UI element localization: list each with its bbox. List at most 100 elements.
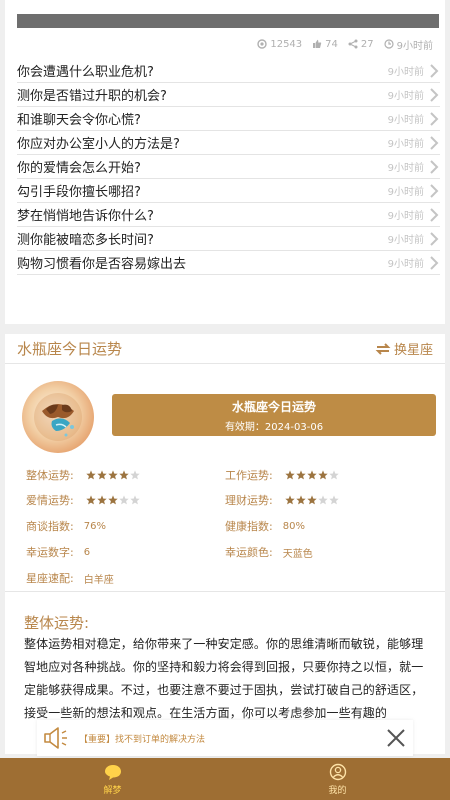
- star-rating: [86, 495, 140, 505]
- banner-validity: 有效期：2024-03-06: [224, 421, 324, 433]
- list-item[interactable]: 你会遭遇什么职业危机? 9小时前: [17, 59, 440, 83]
- overall-heading: 整体运势:: [24, 614, 90, 632]
- chevron-right-icon: [430, 183, 439, 198]
- views-stat: 12543: [257, 39, 302, 50]
- list-item-title: 你的爱情会怎么开始?: [17, 161, 141, 176]
- list-item-title: 购物习惯看你是否容易嫁出去: [17, 257, 187, 272]
- star-filled-icon: [86, 470, 96, 480]
- stat-negotiation: 商谈指数: 76%: [26, 518, 106, 534]
- chevron-right-icon: [430, 207, 439, 222]
- star-filled-icon: [307, 495, 317, 505]
- stat-work: 工作运势:: [225, 467, 339, 483]
- star-filled-icon: [318, 470, 328, 480]
- shares-count: 27: [360, 38, 374, 50]
- list-item[interactable]: 购物习惯看你是否容易嫁出去 9小时前: [17, 251, 440, 275]
- stat-label: 幸运数字:: [26, 546, 74, 559]
- tab-label: 解梦: [103, 785, 122, 796]
- stat-value: 76%: [83, 520, 106, 532]
- question-list: 你会遭遇什么职业危机? 9小时前 测你是否错过升职的机会? 9小时前 和谁聊天会…: [17, 59, 440, 275]
- tab-profile[interactable]: 我的: [225, 758, 450, 800]
- star-filled-icon: [108, 495, 118, 505]
- star-filled-icon: [108, 470, 118, 480]
- star-filled-icon: [307, 470, 317, 480]
- stat-value: 6: [83, 546, 91, 558]
- horoscope-card: 水瓶座今日运势 换星座 水瓶座今日运势 有效期：2024-03-06 整体运势:…: [5, 334, 445, 754]
- speaker-icon: [44, 727, 67, 749]
- star-rating: [285, 495, 339, 505]
- tab-dream[interactable]: 解梦: [0, 758, 225, 800]
- star-filled-icon: [97, 470, 107, 480]
- views-count: 12543: [270, 38, 303, 50]
- chevron-right-icon: [430, 63, 439, 78]
- star-empty-icon: [318, 495, 328, 505]
- stat-value: 80%: [282, 520, 305, 532]
- star-empty-icon: [119, 495, 129, 505]
- list-item-time: 9小时前: [387, 91, 424, 102]
- list-item-title: 测你能被暗恋多长时间?: [17, 233, 154, 248]
- star-filled-icon: [86, 495, 96, 505]
- likes-stat[interactable]: 74: [312, 39, 338, 50]
- star-empty-icon: [130, 470, 140, 480]
- list-item[interactable]: 你的爱情会怎么开始? 9小时前: [17, 155, 440, 179]
- star-filled-icon: [285, 495, 295, 505]
- list-item-title: 和谁聊天会令你心慌?: [17, 113, 141, 128]
- close-icon[interactable]: [385, 727, 407, 749]
- switch-sign-button[interactable]: 换星座: [375, 339, 433, 358]
- list-item-title: 你会遭遇什么职业危机?: [17, 65, 154, 80]
- stat-lucky-number: 幸运数字: 6: [26, 544, 90, 560]
- list-item-time: 9小时前: [387, 139, 424, 150]
- article-image[interactable]: [17, 14, 439, 28]
- swap-icon: [375, 342, 391, 355]
- stat-label: 健康指数:: [225, 520, 273, 533]
- star-rating: [285, 470, 339, 480]
- notice-text[interactable]: 【重要】找不到订单的解决方法: [79, 732, 385, 745]
- list-item[interactable]: 和谁聊天会令你心慌? 9小时前: [17, 107, 440, 131]
- profile-icon: [329, 763, 346, 780]
- clock-icon: [384, 39, 394, 49]
- list-item[interactable]: 测你是否错过升职的机会? 9小时前: [17, 83, 440, 107]
- list-item-time: 9小时前: [387, 187, 424, 198]
- star-empty-icon: [329, 495, 339, 505]
- tab-label: 我的: [328, 785, 347, 796]
- overall-description: 整体运势相对稳定，给你带来了一种安定感。你的思维清晰而敏锐，能够理智地应对各种挑…: [24, 637, 424, 720]
- list-item-time: 9小时前: [387, 235, 424, 246]
- chevron-right-icon: [430, 87, 439, 102]
- star-filled-icon: [97, 495, 107, 505]
- chevron-right-icon: [430, 159, 439, 174]
- chevron-right-icon: [430, 135, 439, 150]
- share-icon: [348, 39, 358, 49]
- list-item[interactable]: 测你能被暗恋多长时间? 9小时前: [17, 227, 440, 251]
- stat-label: 幸运颜色:: [225, 546, 273, 559]
- stat-value: 白羊座: [83, 574, 114, 586]
- list-item-title: 测你是否错过升职的机会?: [17, 89, 167, 104]
- stat-label: 商谈指数:: [26, 520, 74, 533]
- notice-bar[interactable]: 【重要】找不到订单的解决方法: [37, 720, 413, 756]
- stat-health: 健康指数: 80%: [225, 518, 305, 534]
- stat-label: 理财运势:: [225, 494, 273, 507]
- stat-value: 天蓝色: [282, 548, 313, 560]
- time-label: 9小时前: [396, 40, 433, 52]
- daily-fortune-banner[interactable]: 水瓶座今日运势 有效期：2024-03-06: [112, 394, 436, 436]
- section-divider: [5, 591, 445, 592]
- aquarius-icon: [34, 393, 82, 441]
- list-item[interactable]: 梦在悄悄地告诉你什么? 9小时前: [17, 203, 440, 227]
- stat-finance: 理财运势:: [225, 492, 339, 508]
- star-filled-icon: [119, 470, 129, 480]
- banner-title: 水瓶座今日运势: [231, 399, 316, 414]
- stat-label: 爱情运势:: [26, 494, 74, 507]
- article-stats: 12543 74 27 9小时前: [257, 37, 433, 52]
- list-item-title: 梦在悄悄地告诉你什么?: [17, 209, 154, 224]
- chevron-right-icon: [430, 111, 439, 126]
- horoscope-header: 水瓶座今日运势 换星座: [5, 334, 445, 364]
- likes-count: 74: [325, 38, 338, 50]
- list-item-time: 9小时前: [387, 115, 424, 126]
- list-item[interactable]: 你应对办公室小人的方法是? 9小时前: [17, 131, 440, 155]
- shares-stat[interactable]: 27: [348, 39, 374, 50]
- stat-lucky-color: 幸运颜色: 天蓝色: [225, 544, 313, 560]
- star-filled-icon: [285, 470, 295, 480]
- list-item[interactable]: 勾引手段你擅长哪招? 9小时前: [17, 179, 440, 203]
- chevron-right-icon: [430, 255, 439, 270]
- list-item-title: 勾引手段你擅长哪招?: [17, 185, 141, 200]
- dream-bubble-icon: [104, 764, 121, 780]
- list-item-time: 9小时前: [387, 211, 424, 222]
